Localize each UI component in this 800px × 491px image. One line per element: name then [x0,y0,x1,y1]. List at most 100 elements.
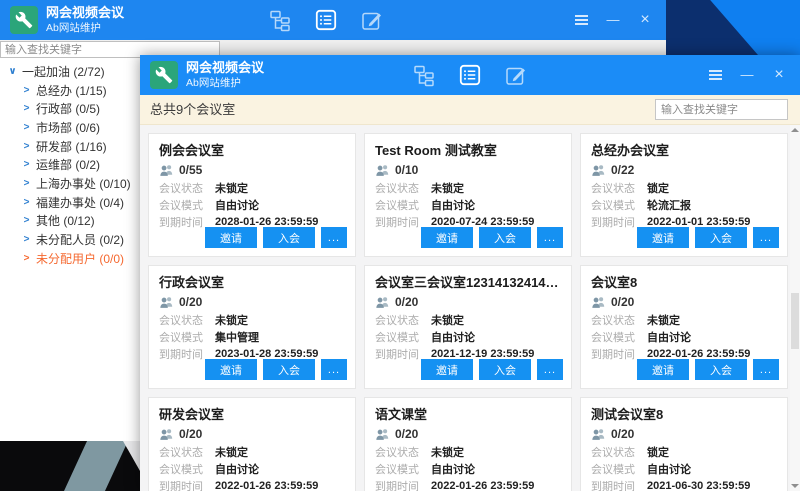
join-button[interactable]: 入会 [263,227,315,248]
room-card[interactable]: 总经办会议室 0/22 会议状态 锁定 会议模式 轮流汇报 到期时间 2022-… [580,133,788,257]
more-button[interactable]: ... [537,359,563,380]
scrollbar[interactable] [790,125,800,491]
status-value: 未锁定 [431,444,464,460]
tree-item[interactable]: > 福建办事处 (0/4) [0,193,140,212]
tree-item-label: 研发部 (1/16) [36,138,107,155]
members-icon [375,295,390,309]
more-button[interactable]: ... [753,359,779,380]
org-chart-icon[interactable] [268,8,292,32]
join-button[interactable]: 入会 [263,359,315,380]
room-card[interactable]: 例会会议室 0/55 会议状态 未锁定 会议模式 自由讨论 到期时间 2028-… [148,133,356,257]
members-icon [159,295,174,309]
card-actions: 邀请 入会 ... [637,227,779,248]
member-count-row: 0/10 [375,161,561,179]
app-titles: 网会视频会议 Ab网站维护 [186,59,264,90]
mode-value: 自由讨论 [431,197,475,213]
room-card[interactable]: 会议室8 0/20 会议状态 未锁定 会议模式 自由讨论 到期时间 2022-0… [580,265,788,389]
status-value: 未锁定 [215,444,248,460]
tree-item[interactable]: > 研发部 (1/16) [0,137,140,156]
toolbar [268,8,384,32]
join-button[interactable]: 入会 [695,227,747,248]
mode-label: 会议模式 [591,461,647,477]
close-button[interactable]: × [768,64,790,86]
mode-label: 会议模式 [375,461,431,477]
scroll-down-arrow-icon[interactable] [791,484,799,488]
tree-item[interactable]: > 行政部 (0/5) [0,99,140,118]
scroll-up-arrow-icon[interactable] [791,128,799,132]
member-count-row: 0/20 [159,293,345,311]
meeting-room-list-icon[interactable] [458,63,482,87]
member-count: 0/20 [611,295,634,309]
room-card[interactable]: 语文课堂 0/20 会议状态 未锁定 会议模式 自由讨论 到期时间 2022-0… [364,397,572,491]
members-icon [591,295,606,309]
chevron-icon: > [21,141,32,152]
tree-item[interactable]: > 未分配用户 (0/0) [0,249,140,268]
status-label: 会议状态 [375,312,431,328]
compose-icon[interactable] [360,8,384,32]
org-chart-icon[interactable] [412,63,436,87]
expire-value: 2022-01-26 23:59:59 [647,348,750,360]
tree-item-label: 其他 (0/12) [36,212,95,229]
expire-value: 2028-01-26 23:59:59 [215,216,318,228]
close-button[interactable]: × [634,9,656,31]
minimize-button[interactable]: — [736,64,758,86]
room-card[interactable]: 研发会议室 0/20 会议状态 未锁定 会议模式 自由讨论 到期时间 2022-… [148,397,356,491]
tree-item[interactable]: > 总经办 (1/15) [0,81,140,100]
tree-item[interactable]: > 未分配人员 (0/2) [0,230,140,249]
card-actions: 邀请 入会 ... [421,227,563,248]
expire-label: 到期时间 [375,478,431,491]
invite-button[interactable]: 邀请 [205,359,257,380]
room-card[interactable]: 会议室三会议室123141324141三会... 0/20 会议状态 未锁定 会… [364,265,572,389]
room-card[interactable]: 行政会议室 0/20 会议状态 未锁定 会议模式 集中管理 到期时间 2023-… [148,265,356,389]
tree-item[interactable]: > 运维部 (0/2) [0,155,140,174]
scrollbar-thumb[interactable] [791,293,799,349]
more-button[interactable]: ... [321,359,347,380]
tree-item[interactable]: > 市场部 (0/6) [0,118,140,137]
member-count-row: 0/55 [159,161,345,179]
mode-value: 自由讨论 [431,329,475,345]
meeting-room-list-icon[interactable] [314,8,338,32]
window-controls: — × [704,55,790,95]
member-count: 0/55 [179,163,202,177]
invite-button[interactable]: 邀请 [421,359,473,380]
tree-item[interactable]: ∨ 一起加油 (2/72) [0,62,140,81]
status-value: 未锁定 [215,180,248,196]
tree-item-label: 福建办事处 (0/4) [36,194,124,211]
invite-button[interactable]: 邀请 [421,227,473,248]
tree-item[interactable]: > 上海办事处 (0/10) [0,174,140,193]
join-button[interactable]: 入会 [479,227,531,248]
more-button[interactable]: ... [321,227,347,248]
members-icon [159,427,174,441]
mode-value: 轮流汇报 [647,197,691,213]
invite-button[interactable]: 邀请 [637,359,689,380]
room-search-input[interactable] [655,99,788,120]
mode-value: 自由讨论 [647,329,691,345]
mode-value: 自由讨论 [431,461,475,477]
join-button[interactable]: 入会 [695,359,747,380]
menu-icon[interactable] [704,64,726,86]
member-count-row: 0/22 [591,161,777,179]
room-card[interactable]: Test Room 测试教室 0/10 会议状态 未锁定 会议模式 自由讨论 到… [364,133,572,257]
tree-item-label: 上海办事处 (0/10) [36,175,131,192]
more-button[interactable]: ... [753,227,779,248]
member-count-row: 0/20 [375,293,561,311]
mode-value: 自由讨论 [647,461,691,477]
chevron-icon: > [21,253,32,264]
invite-button[interactable]: 邀请 [205,227,257,248]
chevron-icon: > [21,178,32,189]
status-label: 会议状态 [375,180,431,196]
member-count: 0/20 [611,427,634,441]
join-button[interactable]: 入会 [479,359,531,380]
minimize-button[interactable]: — [602,9,624,31]
status-label: 会议状态 [591,312,647,328]
compose-icon[interactable] [504,63,528,87]
room-count-summary: 总共9个会议室 [150,95,235,125]
invite-button[interactable]: 邀请 [637,227,689,248]
expire-value: 2020-07-24 23:59:59 [431,216,534,228]
menu-icon[interactable] [570,9,592,31]
org-tree: ∨ 一起加油 (2/72) > 总经办 (1/15) > 行政部 (0/5) >… [0,58,140,441]
room-card[interactable]: 测试会议室8 0/20 会议状态 锁定 会议模式 自由讨论 到期时间 2021-… [580,397,788,491]
more-button[interactable]: ... [537,227,563,248]
tree-item[interactable]: > 其他 (0/12) [0,212,140,231]
expire-value: 2023-01-28 23:59:59 [215,348,318,360]
